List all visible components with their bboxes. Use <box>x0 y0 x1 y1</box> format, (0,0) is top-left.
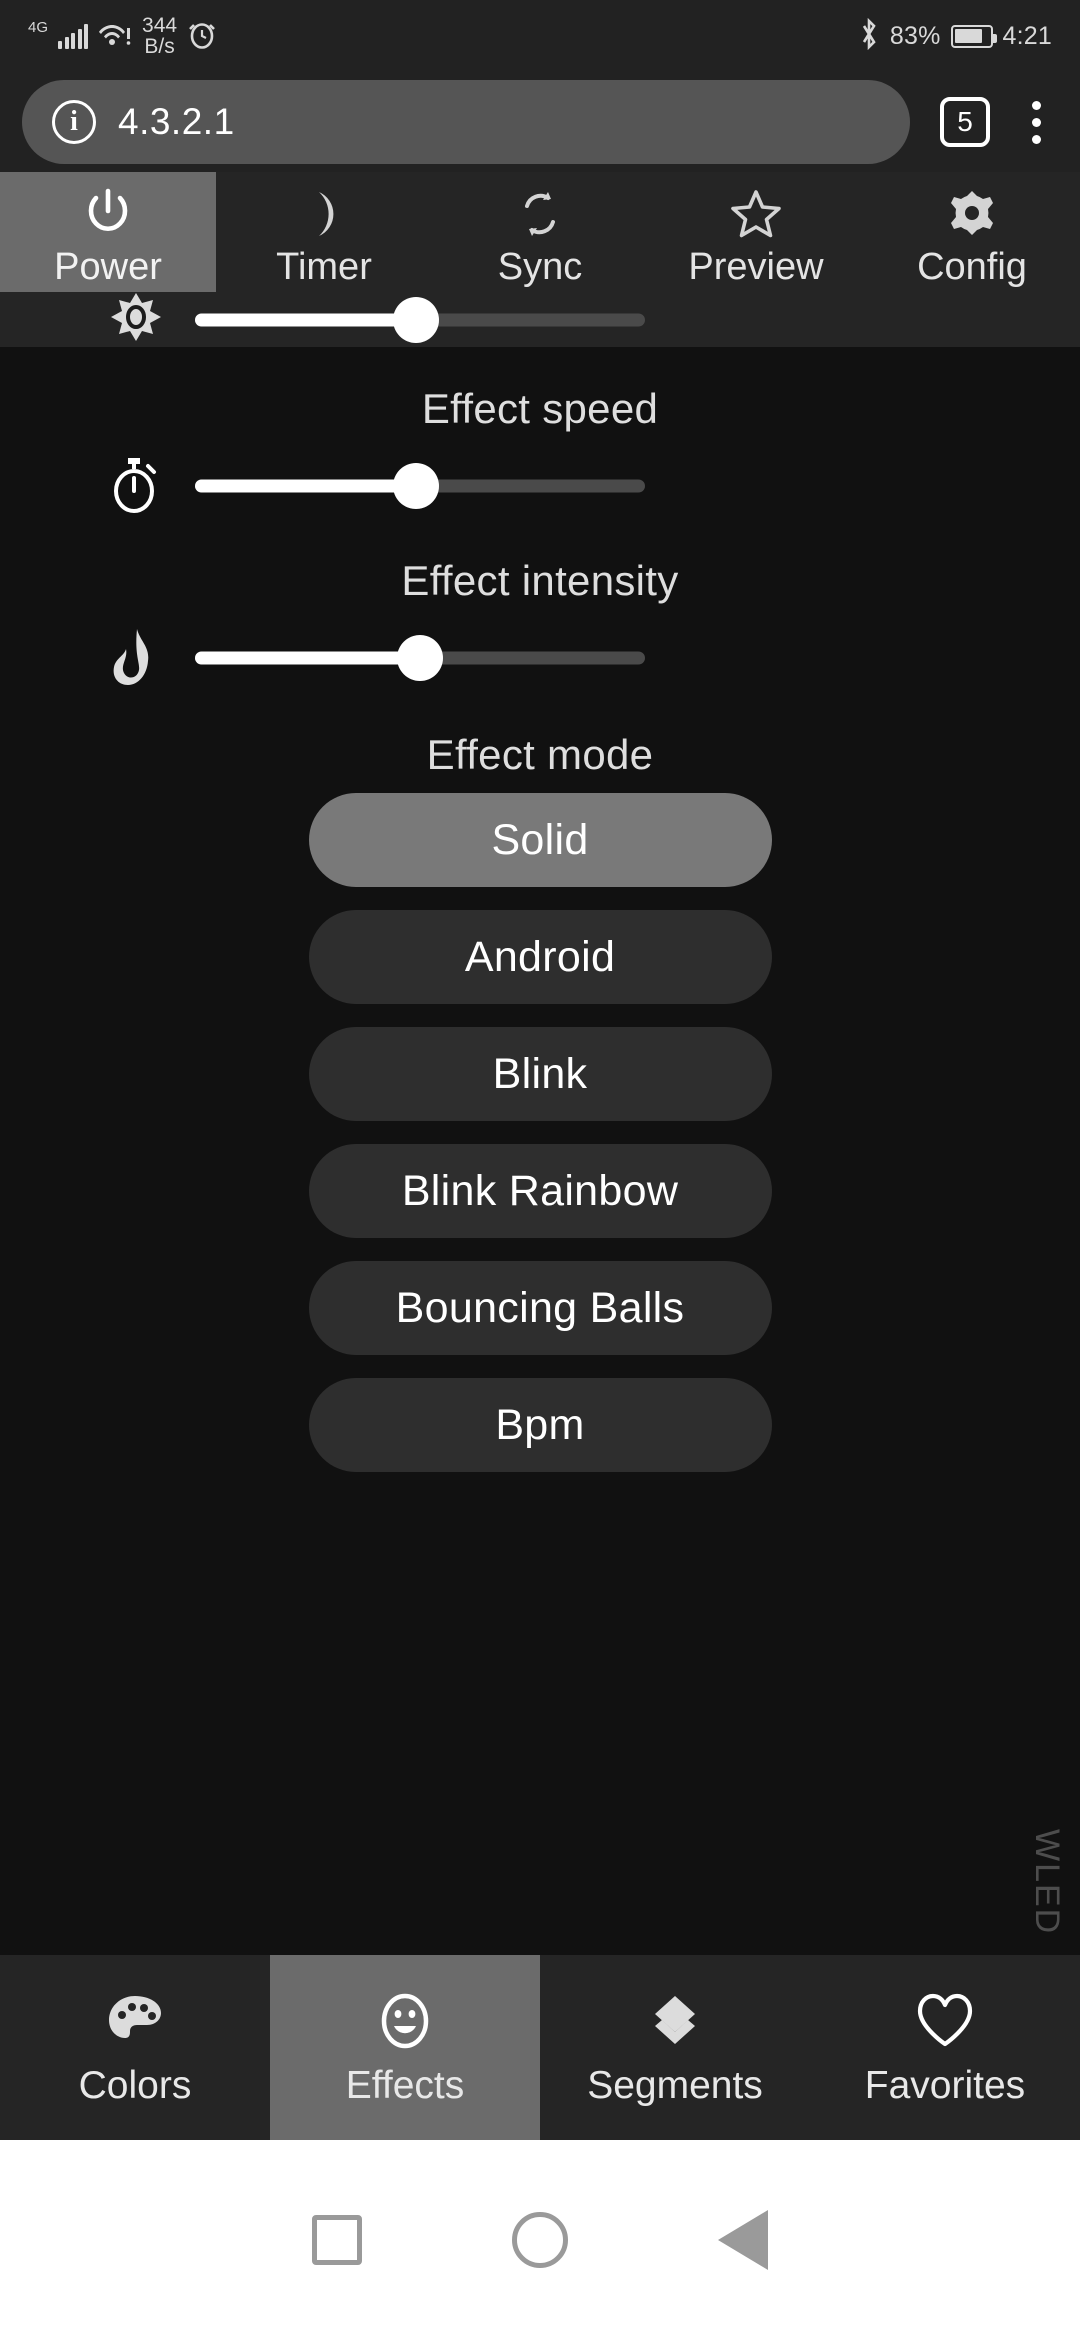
tab-effects[interactable]: Effects <box>270 1955 540 2140</box>
status-bar-right: 83% 4:21 <box>858 17 1052 55</box>
topnav-label-sync: Sync <box>497 246 583 288</box>
page-info-icon[interactable]: i <box>52 100 96 144</box>
moon-icon <box>299 186 349 242</box>
wifi-warning-icon <box>98 21 132 52</box>
phone-screen: 4G 344 B/s 83% 4:21 i 4.3.2.1 5 Power Ti… <box>0 0 1080 2340</box>
url-text: 4.3.2.1 <box>118 101 235 142</box>
effect-item-bouncing-balls[interactable]: Bouncing Balls <box>308 1261 772 1355</box>
topnav-item-timer[interactable]: Timer <box>216 172 432 292</box>
effect-intensity-row <box>0 627 1080 689</box>
battery-icon <box>950 24 997 48</box>
data-rate-indicator: 344 B/s <box>142 15 177 57</box>
topnav-item-sync[interactable]: Sync <box>432 172 648 292</box>
smiley-icon <box>376 1990 434 2052</box>
status-bar: 4G 344 B/s 83% 4:21 <box>0 0 1080 72</box>
tab-colors[interactable]: Colors <box>0 1955 270 2140</box>
brightness-row <box>0 292 1080 347</box>
effect-list: Solid Android Blink Blink Rainbow Bounci… <box>0 793 1080 1472</box>
topnav-item-power[interactable]: Power <box>0 172 216 292</box>
data-rate-value: 344 <box>142 14 178 37</box>
brightness-thumb[interactable] <box>392 296 439 343</box>
data-rate-unit: B/s <box>144 35 175 58</box>
effect-intensity-slider[interactable] <box>195 635 645 681</box>
palette-icon <box>106 1990 164 2052</box>
tab-label-favorites: Favorites <box>864 2064 1026 2107</box>
system-navigation-bar <box>0 2140 1080 2340</box>
bluetooth-icon <box>858 17 880 55</box>
overflow-menu-icon[interactable] <box>1014 100 1058 144</box>
signal-bars-icon <box>58 23 89 49</box>
battery-percent-label: 83% <box>889 21 941 50</box>
star-icon <box>729 186 783 242</box>
tab-switcher-icon[interactable]: 5 <box>940 97 990 147</box>
layers-icon <box>646 1990 704 2052</box>
topnav-label-config: Config <box>917 246 1027 288</box>
brightness-slider[interactable] <box>195 296 645 343</box>
effect-speed-row <box>0 455 1080 517</box>
sync-icon <box>515 186 565 242</box>
tab-label-segments: Segments <box>587 2064 763 2107</box>
clock-label: 4:21 <box>1002 21 1052 50</box>
tab-label-effects: Effects <box>345 2064 465 2107</box>
effect-intensity-label: Effect intensity <box>401 557 679 604</box>
tab-label-colors: Colors <box>78 2064 192 2107</box>
power-icon <box>83 186 133 242</box>
gear-icon <box>946 186 998 242</box>
effect-mode-label: Effect mode <box>426 731 654 778</box>
wled-watermark: WLED <box>1028 1828 1066 1935</box>
heart-icon <box>915 1990 975 2052</box>
status-bar-left: 4G 344 B/s <box>28 15 217 57</box>
effect-intensity-fill <box>195 651 420 665</box>
browser-toolbar: i 4.3.2.1 5 <box>0 72 1080 172</box>
tab-segments[interactable]: Segments <box>540 1955 810 2140</box>
brightness-sun-icon <box>105 289 167 351</box>
flame-icon <box>105 627 167 689</box>
back-triangle-icon[interactable] <box>718 2210 768 2270</box>
topnav-item-preview[interactable]: Preview <box>648 172 864 292</box>
alarm-clock-icon <box>187 18 217 55</box>
recents-square-icon[interactable] <box>312 2215 362 2265</box>
topnav-label-timer: Timer <box>276 246 372 288</box>
stopwatch-icon <box>105 455 167 517</box>
effect-speed-thumb[interactable] <box>392 463 439 509</box>
topnav-label-preview: Preview <box>688 246 824 288</box>
effect-item-android[interactable]: Android <box>308 910 772 1004</box>
effect-item-blink[interactable]: Blink <box>308 1027 772 1121</box>
brightness-fill <box>195 313 416 326</box>
network-type-label: 4G <box>28 18 49 36</box>
home-circle-icon[interactable] <box>512 2212 568 2268</box>
effect-speed-fill <box>195 479 416 493</box>
effect-speed-slider[interactable] <box>195 463 645 509</box>
effect-item-blink-rainbow[interactable]: Blink Rainbow <box>308 1144 772 1238</box>
wled-top-nav-row: Power Timer Sync Preview Config <box>0 172 1080 292</box>
wled-top-nav: Power Timer Sync Preview Config <box>0 172 1080 347</box>
bottom-tab-bar: Colors Effects Segments Favorites <box>0 1955 1080 2140</box>
effect-item-bpm[interactable]: Bpm <box>308 1378 772 1472</box>
effect-intensity-thumb[interactable] <box>397 635 443 681</box>
effect-item-solid[interactable]: Solid <box>308 793 772 887</box>
topnav-item-config[interactable]: Config <box>864 172 1080 292</box>
address-bar[interactable]: i 4.3.2.1 <box>22 80 910 164</box>
effect-speed-label: Effect speed <box>421 385 659 432</box>
topnav-label-power: Power <box>54 246 162 288</box>
effects-panel: Effect speed Effect intensity Effect mod… <box>0 347 1080 1955</box>
tab-favorites[interactable]: Favorites <box>810 1955 1080 2140</box>
